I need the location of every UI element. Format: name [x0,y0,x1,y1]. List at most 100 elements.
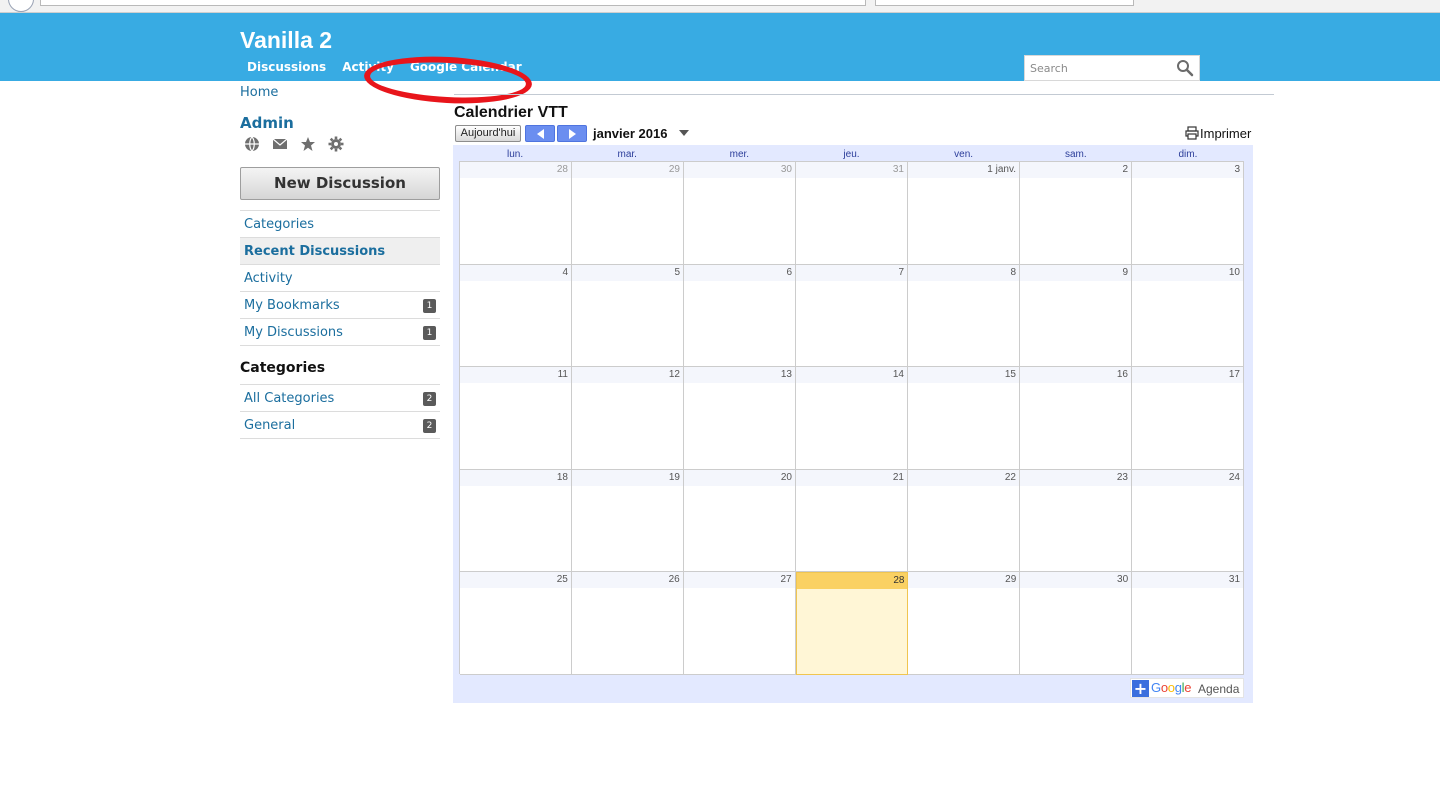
calendar-day-cell[interactable]: 5 [572,264,684,368]
calendar-day-cell[interactable]: 9 [1020,264,1132,368]
calendar-day-cell[interactable]: 23 [1020,469,1132,573]
weekday-header: lun. mar. mer. jeu. ven. sam. dim. [459,148,1244,162]
category-label: General [244,418,296,433]
day-number: 23 [1020,469,1131,486]
weekday-label: mar. [617,149,637,160]
calendar-day-cell[interactable]: 26 [571,572,684,675]
prev-month-button[interactable] [525,125,555,142]
calendar-day-cell[interactable]: 12 [572,367,684,470]
sidebar-item-activity[interactable]: Activity [240,265,440,292]
globe-icon[interactable] [244,136,260,152]
day-number: 31 [796,162,907,178]
sidebar-item-label: My Discussions [244,325,343,340]
sidebar-item-label: Activity [244,271,293,286]
count-badge: 1 [423,299,436,313]
calendar-day-cell[interactable]: 14 [796,367,908,470]
category-item-all[interactable]: All Categories 2 [240,385,440,412]
sidebar-item-my-bookmarks[interactable]: My Bookmarks 1 [240,292,440,319]
calendar-day-cell[interactable]: 8 [908,264,1020,368]
category-item-general[interactable]: General 2 [240,412,440,439]
calendar-grid: 28 29 30 31 1 janv. 2 3 4 5 6 7 8 9 10 11 12 13 14 15 16 17 1… [459,161,1245,675]
browser-back-button[interactable] [8,0,34,12]
day-number: 7 [796,264,907,281]
calendar-day-cell[interactable]: 2 [1020,162,1132,265]
calendar-day-cell[interactable]: 3 [1132,162,1244,265]
site-title[interactable]: Vanilla 2 [240,27,332,54]
sidebar-item-my-discussions[interactable]: My Discussions 1 [240,319,440,346]
weekday-label: dim. [1178,149,1198,160]
print-link[interactable]: Imprimer [1185,126,1251,141]
calendar-day-cell[interactable]: 7 [796,264,908,368]
calendar-day-cell[interactable]: 21 [796,469,908,573]
calendar-day-cell[interactable]: 16 [1020,367,1132,470]
google-agenda-badge[interactable]: + Google Agenda [1130,678,1244,698]
calendar-week-row: 4 5 6 7 8 9 10 [460,264,1244,368]
calendar-day-cell[interactable]: 31 [1132,572,1245,675]
day-number: 6 [684,264,795,281]
calendar-day-cell[interactable]: 30 [1020,572,1133,675]
sidebar-menu: Categories Recent Discussions Activity M… [240,210,440,346]
calendar-day-cell[interactable]: 15 [908,367,1020,470]
nav-discussions[interactable]: Discussions [240,60,333,74]
search-icon[interactable] [1176,59,1194,77]
site-header: Vanilla 2 Discussions Activity Google Ca… [0,13,1440,108]
sidebar-item-categories[interactable]: Categories [240,211,440,238]
nav-google-calendar[interactable]: Google Calendar [403,60,529,74]
calendar-day-cell[interactable]: 6 [684,264,796,368]
calendar-week-row: 18 19 20 21 22 23 24 [460,469,1244,573]
calendar-day-cell[interactable]: 19 [572,469,684,573]
sidebar-item-label: Categories [244,217,315,232]
sidebar-item-label: My Bookmarks [244,298,340,313]
calendar-day-cell[interactable]: 30 [684,162,796,265]
browser-address-bar[interactable] [40,0,866,6]
weekday-label: mer. [729,149,750,160]
calendar-day-cell[interactable]: 28 [795,572,909,675]
sidebar-item-recent-discussions[interactable]: Recent Discussions [240,238,440,265]
day-number: 28 [796,573,908,590]
mail-icon[interactable] [272,136,288,152]
day-number: 12 [572,367,683,384]
next-month-button[interactable] [557,125,587,142]
day-number: 27 [683,572,795,589]
calendar-day-cell[interactable]: 22 [908,469,1020,573]
user-icons [244,136,356,152]
browser-chrome [0,0,1440,13]
user-name[interactable]: Admin [240,114,294,132]
calendar-day-cell[interactable]: 1 janv. [908,162,1020,265]
weekday-label: sam. [1064,149,1087,160]
gear-icon[interactable] [328,136,344,152]
day-number: 29 [572,162,683,178]
calendar-day-cell[interactable]: 10 [1132,264,1244,368]
calendar-day-cell[interactable]: 20 [684,469,796,573]
calendar-day-cell[interactable]: 25 [460,572,572,675]
calendar-day-cell[interactable]: 31 [796,162,908,265]
day-number: 21 [796,469,907,486]
calendar-day-cell[interactable]: 11 [460,367,572,470]
day-number: 26 [571,572,683,589]
calendar-day-cell[interactable]: 29 [572,162,684,265]
calendar-day-cell[interactable]: 24 [1132,469,1244,573]
calendar-day-cell[interactable]: 27 [683,572,796,675]
calendar-day-cell[interactable]: 4 [460,264,572,368]
day-number: 20 [684,469,795,486]
calendar-day-cell[interactable]: 13 [684,367,796,470]
new-discussion-button[interactable]: New Discussion [240,167,440,200]
today-button[interactable]: Aujourd'hui [455,125,521,142]
breadcrumb-home[interactable]: Home [240,85,278,100]
calendar-week-row: 11 12 13 14 15 16 17 [460,367,1244,470]
browser-search-bar[interactable] [875,0,1134,6]
calendar-day-cell[interactable]: 28 [460,162,572,265]
plus-icon: + [1132,679,1149,698]
calendar-day-cell[interactable]: 18 [460,469,572,573]
star-icon[interactable] [300,136,316,152]
calendar-day-cell[interactable]: 29 [908,572,1021,675]
nav-activity[interactable]: Activity [335,60,401,74]
search-input[interactable] [1025,56,1171,80]
dropdown-arrow-icon[interactable] [678,129,690,137]
day-number: 25 [460,572,571,589]
arrow-left-icon [537,129,544,139]
sidebar-item-label: Recent Discussions [244,244,386,259]
categories-heading: Categories [240,360,326,376]
day-number: 28 [460,162,571,178]
calendar-day-cell[interactable]: 17 [1132,367,1244,470]
